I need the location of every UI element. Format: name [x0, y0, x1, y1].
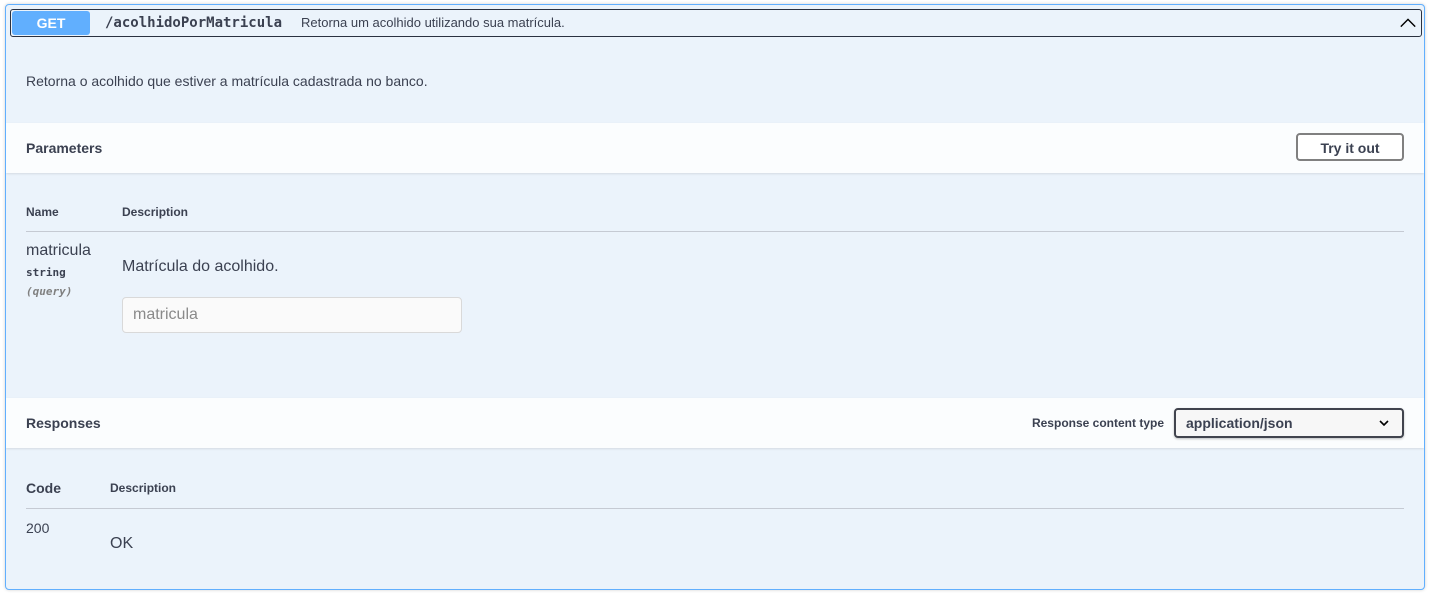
- responses-title: Responses: [26, 415, 101, 431]
- response-content-type-label: Response content type: [1031, 416, 1164, 430]
- chevron-down-icon: [1379, 420, 1389, 427]
- param-description-column-header: Description: [122, 205, 189, 219]
- param-header-divider: [26, 231, 1404, 232]
- method-badge: GET: [12, 11, 90, 35]
- response-code: 200: [26, 520, 50, 536]
- param-description: Matrícula do acolhido.: [122, 258, 279, 275]
- param-name-column-header: Name: [26, 205, 59, 219]
- operation-summary-bar[interactable]: GET /acolhidoPorMatricula Retorna um aco…: [10, 9, 1422, 37]
- param-type: string: [26, 266, 66, 279]
- response-code-column-header: Code: [26, 480, 61, 496]
- response-description: OK: [110, 535, 134, 552]
- matricula-input[interactable]: [122, 297, 462, 333]
- response-description-column-header: Description: [110, 481, 177, 495]
- selected-content-type: application/json: [1186, 415, 1293, 431]
- parameters-title: Parameters: [26, 140, 103, 156]
- parameters-header: Parameters Try it out: [6, 123, 1424, 173]
- operation-summary: Retorna um acolhido utilizando sua matrí…: [301, 15, 565, 30]
- chevron-up-icon[interactable]: [1399, 14, 1417, 32]
- operation-block-get: GET /acolhidoPorMatricula Retorna um aco…: [5, 4, 1425, 590]
- operation-description: Retorna o acolhido que estiver a matrícu…: [26, 73, 428, 89]
- response-header-divider: [26, 508, 1404, 509]
- responses-header: Responses Response content type applicat…: [6, 398, 1424, 448]
- response-content-type-select[interactable]: application/json: [1174, 408, 1404, 438]
- operation-path: /acolhidoPorMatricula: [105, 15, 283, 31]
- param-name: matricula: [26, 242, 91, 259]
- try-it-out-button[interactable]: Try it out: [1296, 133, 1404, 161]
- param-location: (query): [26, 285, 73, 298]
